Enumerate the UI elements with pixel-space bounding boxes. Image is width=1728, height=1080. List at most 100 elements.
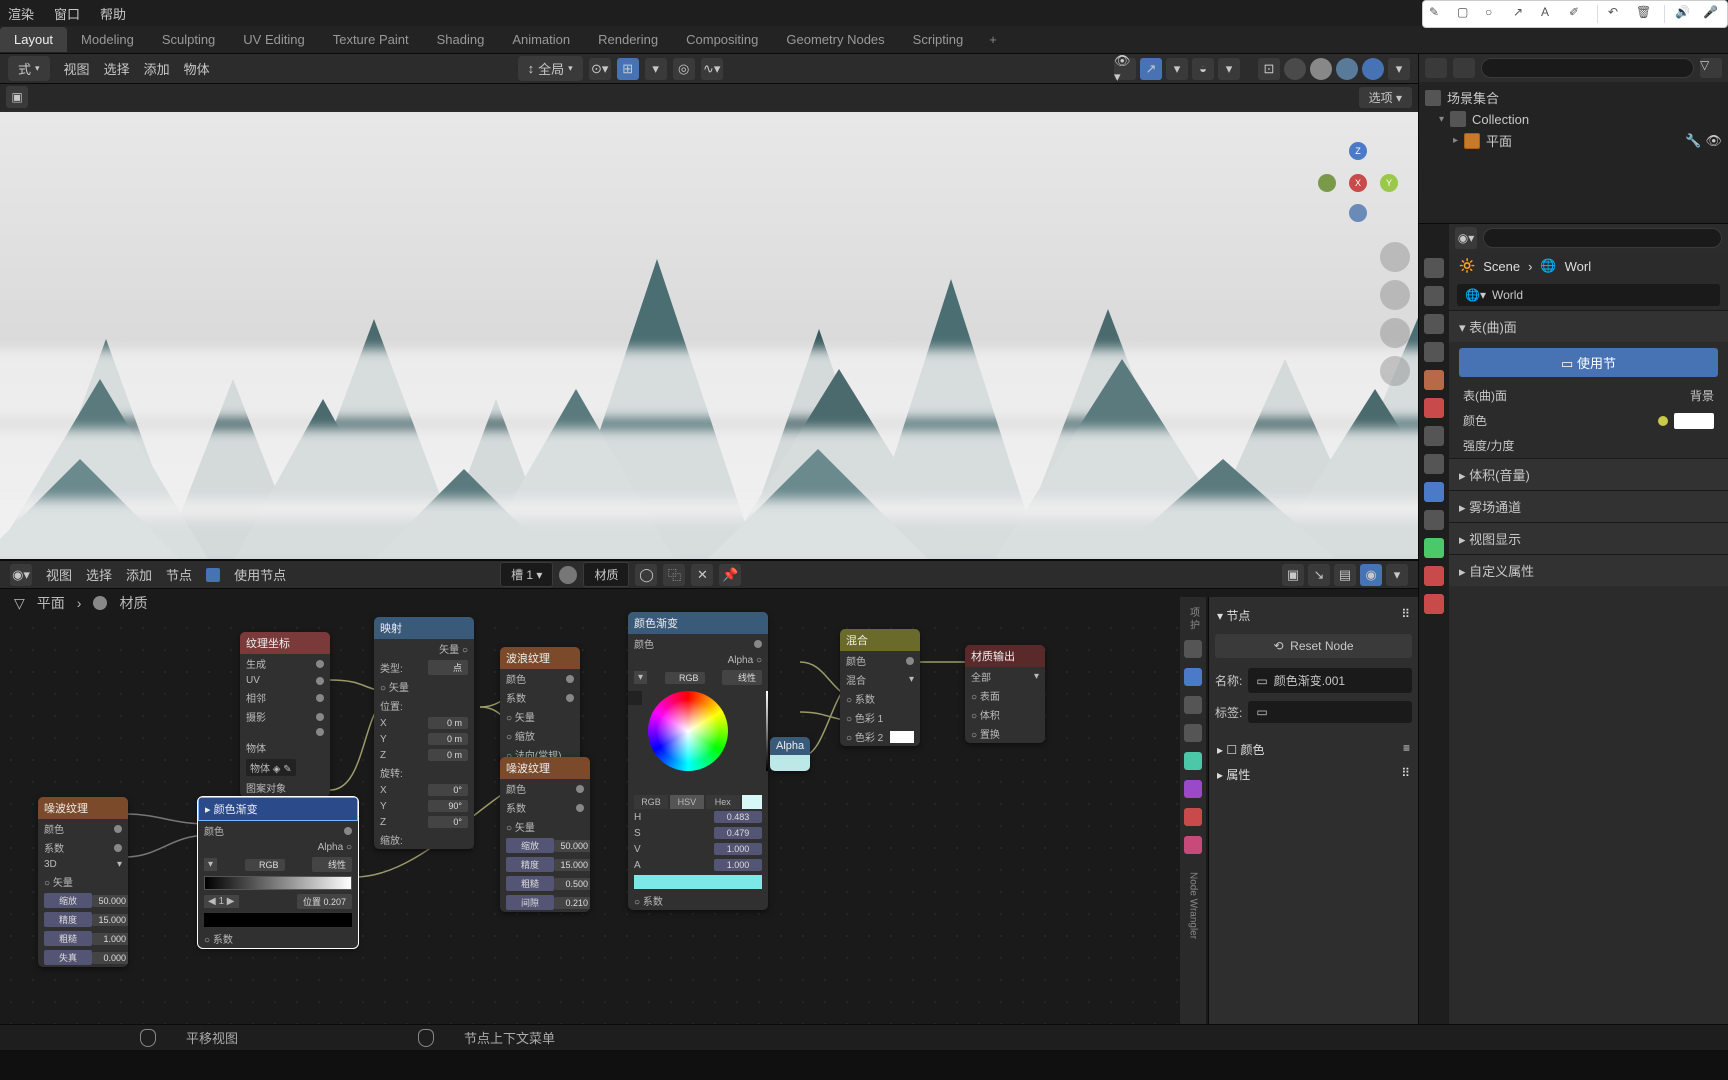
node-tag-field[interactable]: ▭ <box>1248 701 1412 723</box>
nw-tool-4[interactable] <box>1184 724 1202 742</box>
node-menu-node[interactable]: 节点 <box>166 565 192 584</box>
prop-tab-world[interactable] <box>1424 370 1444 390</box>
navigation-gizmo[interactable]: Z X Y <box>1318 142 1398 222</box>
gizmo-toggle[interactable]: ↗ <box>1140 58 1162 80</box>
proportional-toggle[interactable]: ◎ <box>673 58 695 80</box>
nw-tool-6[interactable] <box>1184 780 1202 798</box>
node-color-ramp-active[interactable]: 颜色渐变 颜色 Alpha ○ ▾RGB线性 RGBHSVHex H0.483 … <box>628 612 768 910</box>
tab-animation[interactable]: Animation <box>498 27 584 52</box>
material-unlink-icon[interactable]: ✕ <box>691 564 713 586</box>
shader-node-editor[interactable]: ◉▾ 视图 选择 添加 节点 使用节点 槽 1 ▾ 材质 ◯ ⿻ ✕ 📌 ▣ <box>0 559 1418 1024</box>
tab-shading[interactable]: Shading <box>423 27 499 52</box>
shading-solid[interactable] <box>1310 58 1332 80</box>
menu-window[interactable]: 窗口 <box>54 4 80 23</box>
prop-tab-texture[interactable] <box>1424 594 1444 614</box>
node-tool-2[interactable]: ↘ <box>1308 564 1330 586</box>
overlay-toggle[interactable]: ◒ <box>1192 58 1214 80</box>
prop-tab-physics[interactable] <box>1424 482 1444 502</box>
viewport-options-dropdown[interactable]: 选项 ▾ <box>1359 87 1412 108</box>
use-nodes-button[interactable]: ▭ 使用节 <box>1459 348 1718 377</box>
prop-tab-constraints[interactable] <box>1424 510 1444 530</box>
section-custom-props[interactable]: ▸ 自定义属性 <box>1449 555 1728 586</box>
node-menu-add[interactable]: 添加 <box>126 565 152 584</box>
prop-tab-scene[interactable] <box>1424 342 1444 362</box>
eyedropper-icon[interactable]: ✐ <box>1569 5 1587 23</box>
tab-compositing[interactable]: Compositing <box>672 27 772 52</box>
snap-dropdown[interactable]: ▾ <box>645 58 667 80</box>
outliner-scene-collection[interactable]: 场景集合 <box>1425 86 1722 109</box>
node-alpha[interactable]: Alpha <box>770 737 810 771</box>
mic-icon[interactable]: 🎤 <box>1703 5 1721 23</box>
material-name-field[interactable]: 材质 <box>583 562 629 587</box>
nw-tool-7[interactable] <box>1184 808 1202 826</box>
prop-tab-render[interactable] <box>1424 258 1444 278</box>
panel-grip-icon[interactable]: ≡ <box>1403 741 1410 758</box>
editor-type-dropdown[interactable]: ◉▾ <box>10 564 32 586</box>
tab-geometry-nodes[interactable]: Geometry Nodes <box>772 27 898 52</box>
overlay-dropdown[interactable]: ▾ <box>1218 58 1240 80</box>
outliner-collection[interactable]: ▾Collection <box>1425 109 1722 129</box>
node-backdrop-toggle[interactable]: ◉ <box>1360 564 1382 586</box>
node-tool-1[interactable]: ▣ <box>1282 564 1304 586</box>
reset-node-button[interactable]: ⟲ Reset Node <box>1215 634 1412 658</box>
prop-tab-output[interactable] <box>1424 286 1444 306</box>
tab-uv[interactable]: UV Editing <box>229 27 318 52</box>
tab-texture-paint[interactable]: Texture Paint <box>319 27 423 52</box>
node-backdrop-dropdown[interactable]: ▾ <box>1386 564 1408 586</box>
viewport-3d[interactable]: ▣ 选项 ▾ <box>0 84 1418 559</box>
node-wave-texture[interactable]: 波浪纹理 颜色 系数 ○ 矢量 ○ 缩放 ○ 法向(常规) <box>500 647 580 764</box>
volume-icon[interactable]: 🔊 <box>1675 5 1693 23</box>
outliner-mode-dropdown[interactable] <box>1425 58 1447 78</box>
nw-tool-1[interactable] <box>1184 640 1202 658</box>
material-slot-dropdown[interactable]: 槽 1 ▾ <box>500 562 553 587</box>
nw-tool-2[interactable] <box>1184 668 1202 686</box>
visibility-dropdown[interactable]: 👁▾ <box>1114 58 1136 80</box>
add-workspace-button[interactable]: + <box>977 32 1009 47</box>
prop-tab-particles[interactable] <box>1424 454 1444 474</box>
node-noise-texture-1[interactable]: 噪波纹理 颜色 系数 3D▾ ○ 矢量 缩放50.000 精度15.000 粗糙… <box>38 797 128 967</box>
gizmo-dropdown[interactable]: ▾ <box>1166 58 1188 80</box>
panel-grip-icon[interactable]: ⠿ <box>1401 607 1410 624</box>
menu-render[interactable]: 渲染 <box>8 4 34 23</box>
node-tool-3[interactable]: ▤ <box>1334 564 1356 586</box>
circle-icon[interactable]: ○ <box>1485 5 1503 23</box>
section-viewport-display[interactable]: ▸ 视图显示 <box>1449 523 1728 554</box>
camera-icon[interactable] <box>1380 318 1410 348</box>
tab-layout[interactable]: Layout <box>0 27 67 52</box>
viewport-menu-view[interactable]: 视图 <box>64 59 90 78</box>
tool-tab-item[interactable]: 项 护 <box>1186 607 1201 630</box>
section-mist[interactable]: ▸ 雾场通道 <box>1449 491 1728 522</box>
viewport-menu-object[interactable]: 物体 <box>184 59 210 78</box>
pencil-icon[interactable]: ✎ <box>1429 5 1447 23</box>
node-color-ramp-1[interactable]: ▸ 颜色渐变 颜色 Alpha ○ ▾RGB线性 ◀ 1 ▶位置 0.207 ○… <box>198 797 358 948</box>
tab-rendering[interactable]: Rendering <box>584 27 672 52</box>
trash-icon[interactable]: 🗑 <box>1636 5 1654 23</box>
transform-orientation[interactable]: ↕ 全局 ▾ <box>518 56 583 81</box>
square-icon[interactable]: ▢ <box>1457 5 1475 23</box>
use-nodes-checkbox[interactable] <box>206 568 220 582</box>
mode-dropdown[interactable]: 式▾ <box>8 56 50 81</box>
prop-tab-object[interactable] <box>1424 398 1444 418</box>
viewport-menu-select[interactable]: 选择 <box>104 59 130 78</box>
prop-tab-modifier[interactable] <box>1424 426 1444 446</box>
pivot-dropdown[interactable]: ⊙▾ <box>589 58 611 80</box>
filter-icon[interactable]: ▽ <box>1700 58 1722 78</box>
props-mode-dropdown[interactable]: ◉▾ <box>1455 227 1477 249</box>
xray-toggle[interactable]: ⊡ <box>1258 58 1280 80</box>
world-datablock-field[interactable]: 🌐▾ World <box>1457 284 1720 306</box>
tab-modeling[interactable]: Modeling <box>67 27 148 52</box>
nw-tool-5[interactable] <box>1184 752 1202 770</box>
node-noise-texture-2[interactable]: 噪波纹理 颜色 系数 ○ 矢量 缩放50.000 精度15.000 粗糙0.50… <box>500 757 590 912</box>
proportional-dropdown[interactable]: ∿▾ <box>701 58 723 80</box>
node-mapping[interactable]: 映射 矢量 ○ 类型:点 ○ 矢量 位置: X0 m Y0 m Z0 m 旋转:… <box>374 617 474 849</box>
wrench-icon[interactable]: 🔧 <box>1685 133 1701 149</box>
viewport-menu-add[interactable]: 添加 <box>144 59 170 78</box>
pin-icon[interactable]: 📌 <box>719 564 741 586</box>
prop-tab-viewlayer[interactable] <box>1424 314 1444 334</box>
props-search[interactable] <box>1483 228 1722 248</box>
perspective-icon[interactable] <box>1380 356 1410 386</box>
menu-help[interactable]: 帮助 <box>100 4 126 23</box>
prop-tab-material[interactable] <box>1424 566 1444 586</box>
snap-toggle[interactable]: ⊞ <box>617 58 639 80</box>
material-browse-icon[interactable]: ◯ <box>635 564 657 586</box>
